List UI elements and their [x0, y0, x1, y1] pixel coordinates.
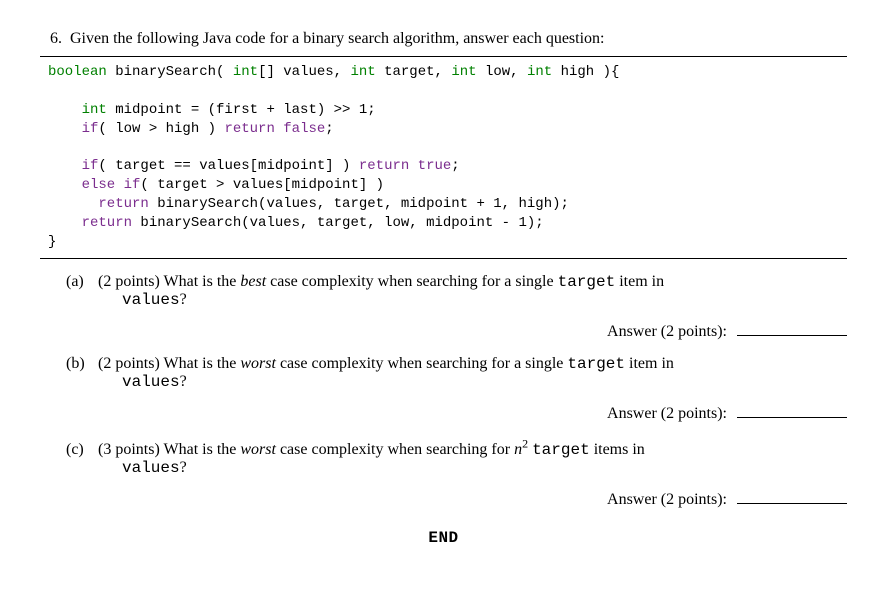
points: (2 points): [98, 355, 160, 372]
qmark: ?: [180, 459, 187, 476]
target-tt: target: [567, 355, 625, 373]
subpart-label: (c): [66, 441, 94, 459]
subpart-label: (b): [66, 355, 94, 373]
kw-if: if: [48, 158, 98, 174]
text: item in: [625, 355, 674, 372]
text: case complexity when searching for a sin…: [266, 273, 557, 290]
text: What is the: [160, 355, 241, 372]
subparts: (a) (2 points) What is the best case com…: [40, 273, 847, 509]
text: What is the: [160, 441, 241, 458]
subpart-b: (b) (2 points) What is the worst case co…: [66, 355, 847, 391]
subpart-c: (c) (3 points) What is the worst case co…: [66, 437, 847, 477]
code-text: ;: [325, 121, 333, 137]
worst-italic: worst: [240, 441, 276, 458]
target-tt: target: [558, 273, 616, 291]
kw-int: int: [48, 102, 107, 118]
question-header: 6. Given the following Java code for a b…: [40, 30, 847, 48]
best-italic: best: [240, 273, 266, 290]
answer-blank[interactable]: [737, 503, 847, 504]
code-text: midpoint = (first + last) >> 1;: [107, 102, 376, 118]
code-text: low,: [477, 64, 527, 80]
code-text: ( low > high ): [98, 121, 224, 137]
subpart-continue: values?: [122, 291, 847, 309]
code-block: boolean binarySearch( int[] values, int …: [48, 63, 847, 252]
code-text: }: [48, 234, 56, 250]
target-tt: target: [532, 441, 590, 459]
text: case complexity when searching for a sin…: [276, 355, 567, 372]
answer-label: Answer (2 points):: [607, 405, 727, 422]
kw-return: return: [48, 215, 132, 231]
kw-int: int: [527, 64, 552, 80]
code-text: binarySearch(: [107, 64, 233, 80]
qmark: ?: [180, 291, 187, 308]
kw-int: int: [350, 64, 375, 80]
question-number: 6.: [40, 30, 62, 48]
code-text: binarySearch(values, target, low, midpoi…: [132, 215, 544, 231]
subpart-body: (2 points) What is the worst case comple…: [98, 355, 674, 372]
question-prompt: Given the following Java code for a bina…: [70, 30, 604, 47]
text: items in: [590, 441, 645, 458]
kw-if: if: [48, 121, 98, 137]
rule-bottom: [40, 258, 847, 259]
code-text: ( target == values[midpoint] ): [98, 158, 358, 174]
end-marker: END: [40, 529, 847, 547]
code-text: [] values,: [258, 64, 350, 80]
answer-line-a: Answer (2 points):: [66, 323, 847, 341]
points: (3 points): [98, 441, 160, 458]
points: (2 points): [98, 273, 160, 290]
code-text: high ){: [552, 64, 619, 80]
text: What is the: [160, 273, 241, 290]
kw-boolean: boolean: [48, 64, 107, 80]
values-tt: values: [122, 373, 180, 391]
code-text: binarySearch(values, target, midpoint + …: [149, 196, 569, 212]
answer-blank[interactable]: [737, 335, 847, 336]
kw-int: int: [451, 64, 476, 80]
code-text: target,: [376, 64, 452, 80]
qmark: ?: [180, 373, 187, 390]
kw-int: int: [233, 64, 258, 80]
subpart-a: (a) (2 points) What is the best case com…: [66, 273, 847, 309]
subpart-label: (a): [66, 273, 94, 291]
kw-else-if: else if: [48, 177, 140, 193]
answer-label: Answer (2 points):: [607, 323, 727, 340]
code-text: ( target > values[midpoint] ): [140, 177, 384, 193]
subpart-continue: values?: [122, 459, 847, 477]
kw-return-true: return true: [359, 158, 451, 174]
worst-italic: worst: [240, 355, 276, 372]
answer-blank[interactable]: [737, 417, 847, 418]
values-tt: values: [122, 459, 180, 477]
n-var: n: [514, 441, 522, 458]
text: item in: [615, 273, 664, 290]
subpart-continue: values?: [122, 373, 847, 391]
subpart-body: (2 points) What is the best case complex…: [98, 273, 664, 290]
kw-return-false: return false: [224, 121, 325, 137]
kw-return: return: [48, 196, 149, 212]
subpart-body: (3 points) What is the worst case comple…: [98, 441, 645, 458]
answer-line-c: Answer (2 points):: [66, 491, 847, 509]
rule-top: [40, 56, 847, 57]
text: case complexity when searching for: [276, 441, 514, 458]
values-tt: values: [122, 291, 180, 309]
answer-line-b: Answer (2 points):: [66, 405, 847, 423]
code-text: ;: [451, 158, 459, 174]
answer-label: Answer (2 points):: [607, 491, 727, 508]
